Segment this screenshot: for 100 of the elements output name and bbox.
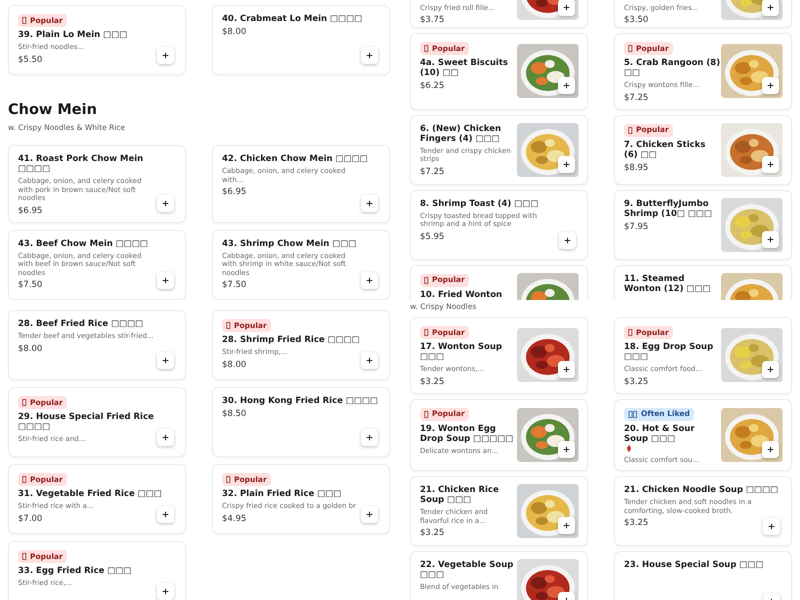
item-price: $6.25 bbox=[420, 81, 444, 91]
item-title: 43. Beef Chow Mein □□□□ bbox=[18, 238, 148, 248]
add-button[interactable] bbox=[157, 583, 174, 600]
item-price: $6.95 bbox=[18, 206, 42, 216]
item-title: 39. Plain Lo Mein □□□ bbox=[18, 30, 128, 40]
plus-icon bbox=[162, 511, 169, 518]
add-button[interactable] bbox=[559, 232, 576, 248]
item-price: $4.95 bbox=[222, 514, 246, 524]
item-price: $8.00 bbox=[222, 360, 246, 370]
item-price: $7.95 bbox=[624, 222, 648, 232]
plus-icon bbox=[162, 200, 169, 206]
item-price: $3.25 bbox=[624, 518, 648, 528]
plus-icon bbox=[768, 523, 775, 530]
item-price: $7.50 bbox=[222, 280, 246, 290]
add-button[interactable] bbox=[361, 429, 378, 446]
add-button[interactable] bbox=[361, 352, 378, 369]
menu-card[interactable]: 40. Crabmeat Lo Mein □□□□ $8.00 bbox=[212, 5, 390, 75]
add-button[interactable] bbox=[157, 272, 174, 288]
item-title: 7. Chicken Sticks (6) □□ bbox=[624, 140, 706, 160]
plus-icon bbox=[563, 160, 570, 168]
item-title: 41. Roast Pork Chow Mein □□□□ bbox=[18, 154, 144, 174]
item-title: 33. Egg Fried Rice □□□ bbox=[18, 566, 132, 576]
add-button[interactable] bbox=[558, 361, 575, 378]
plus-icon bbox=[366, 434, 373, 441]
item-title: 17. Wonton Soup □□□ bbox=[420, 342, 503, 362]
item-title: 30. Hong Kong Fried Rice □□□□ bbox=[222, 396, 378, 406]
plus-icon bbox=[767, 236, 774, 242]
item-price: $7.25 bbox=[420, 166, 444, 176]
plus-icon bbox=[162, 588, 169, 595]
plus-icon bbox=[366, 357, 373, 364]
plus-icon bbox=[563, 4, 570, 11]
plus-icon bbox=[162, 52, 169, 59]
plus-icon bbox=[366, 200, 373, 206]
add-button[interactable] bbox=[763, 518, 780, 535]
item-price: $5.50 bbox=[18, 54, 42, 64]
plus-icon bbox=[366, 52, 373, 59]
item-price: $3.50 bbox=[624, 15, 648, 25]
plus-icon bbox=[563, 366, 570, 374]
add-button[interactable] bbox=[157, 506, 174, 523]
plus-icon bbox=[767, 4, 774, 11]
plus-icon bbox=[563, 522, 570, 529]
item-title: 21. Chicken Noodle Soup □□□□ bbox=[624, 485, 778, 495]
add-button[interactable] bbox=[361, 506, 378, 523]
plus-icon bbox=[767, 82, 774, 90]
add-button[interactable] bbox=[558, 156, 575, 172]
item-price: $7.25 bbox=[624, 92, 648, 102]
item-title: 20. Hot & Sour Soup □□□ bbox=[624, 424, 696, 444]
add-button[interactable] bbox=[558, 440, 575, 458]
add-button[interactable] bbox=[157, 47, 174, 64]
item-title: 8. Shrimp Toast (4) □□□ bbox=[420, 198, 538, 208]
item-price: $8.00 bbox=[222, 27, 246, 37]
item-title: 18. Egg Drop Soup □□□ bbox=[624, 342, 714, 362]
add-button[interactable] bbox=[762, 156, 779, 172]
item-price: $8.95 bbox=[624, 162, 648, 172]
item-title: 40. Crabmeat Lo Mein □□□□ bbox=[222, 14, 362, 24]
item-price: $7.00 bbox=[18, 514, 42, 524]
plus-icon bbox=[563, 446, 570, 453]
item-price: $6.95 bbox=[222, 187, 246, 197]
plus-icon bbox=[563, 82, 570, 90]
add-button[interactable] bbox=[157, 429, 174, 446]
add-button[interactable] bbox=[361, 194, 378, 212]
menu-card[interactable]: 30. Hong Kong Fried Rice □□□□ $8.50 bbox=[212, 387, 390, 457]
section-title: Chow Mein bbox=[8, 101, 98, 119]
add-button[interactable] bbox=[762, 361, 779, 378]
item-title: 29. House Special Fried Rice □□□□ bbox=[18, 412, 155, 432]
menu-card[interactable]: 11. Steamed Wonton (12) □□□ bbox=[614, 264, 792, 300]
item-title: 22. Vegetable Soup □□□ bbox=[420, 560, 514, 580]
plus-icon bbox=[767, 366, 774, 374]
item-price: $8.00 bbox=[18, 344, 42, 354]
add-button[interactable] bbox=[762, 0, 779, 16]
item-title: 11. Steamed Wonton (12) □□□ bbox=[624, 274, 712, 294]
item-price: $3.25 bbox=[624, 376, 648, 386]
item-title: 19. Wonton Egg Drop Soup □□□□□ bbox=[420, 424, 514, 444]
add-button[interactable] bbox=[762, 77, 779, 94]
item-price: $3.25 bbox=[420, 528, 444, 538]
item-price: $3.25 bbox=[420, 376, 444, 386]
item-title: 6. (New) Chicken Fingers (4) □□□ bbox=[420, 124, 502, 144]
plus-icon bbox=[162, 434, 169, 441]
add-button[interactable] bbox=[157, 194, 174, 212]
add-button[interactable] bbox=[558, 77, 575, 94]
item-title: 4a. Sweet Biscuits (10) □□ bbox=[420, 58, 509, 78]
item-title: 32. Plain Fried Rice □□□ bbox=[222, 489, 342, 499]
item-title: 21. Chicken Rice Soup □□□ bbox=[420, 485, 500, 505]
item-price: $7.50 bbox=[18, 280, 42, 290]
item-title: 9. ButterflyJumbo Shrimp (10□ □□□ bbox=[624, 198, 713, 218]
add-button[interactable] bbox=[157, 352, 174, 369]
add-button[interactable] bbox=[762, 440, 779, 458]
item-title: 31. Vegetable Fried Rice □□□ bbox=[18, 489, 162, 499]
menu-card[interactable]: 23. House Special Soup □□□ bbox=[614, 551, 792, 600]
add-button[interactable] bbox=[361, 47, 378, 64]
menu-card[interactable]: 9. ButterflyJumbo Shrimp (10□ □□□ $7.95 bbox=[614, 190, 792, 260]
plus-icon bbox=[767, 446, 774, 453]
item-title: 10. Fried Wonton bbox=[420, 290, 502, 300]
add-button[interactable] bbox=[558, 517, 575, 534]
item-price: $8.50 bbox=[222, 409, 246, 419]
add-button[interactable] bbox=[762, 230, 779, 248]
plus-icon bbox=[162, 357, 169, 364]
plus-icon bbox=[162, 276, 169, 284]
add-button[interactable] bbox=[558, 0, 575, 16]
add-button[interactable] bbox=[361, 272, 378, 288]
